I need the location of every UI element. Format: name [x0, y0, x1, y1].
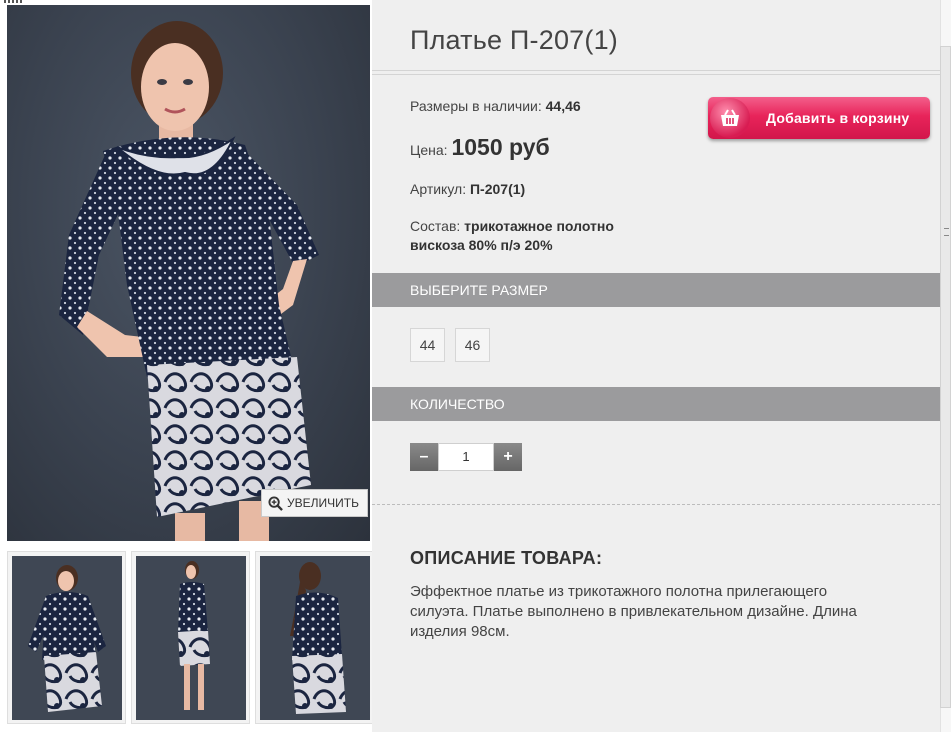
sizes-value: 44,46 [545, 98, 581, 114]
magnifier-plus-icon [268, 495, 283, 511]
divider [372, 74, 940, 75]
scrollbar-track[interactable] [940, 46, 951, 708]
add-to-cart-label: Добавить в корзину [766, 110, 910, 126]
thumbnail-image [136, 556, 246, 720]
quantity-input[interactable]: 1 [438, 443, 494, 471]
description-title: Описание товара: [410, 548, 603, 568]
sku: Артикул: П-207(1) [410, 181, 525, 197]
thumbnail-back[interactable] [255, 551, 374, 724]
quantity-decrease-button[interactable]: – [410, 443, 438, 471]
thumbnail-image [12, 556, 122, 720]
zoom-label: увеличить [287, 496, 359, 510]
price-value: 1050 руб [451, 134, 550, 160]
composition-line2: вискоза 80% п/э 20% [410, 237, 553, 253]
sku-value: П-207(1) [469, 181, 526, 197]
top-dots [4, 0, 22, 3]
main-product-photo[interactable]: увеличить [7, 5, 370, 541]
size-section-header: Выберите размер [372, 273, 940, 307]
sku-label: Артикул: [410, 181, 467, 197]
price-label: Цена: [410, 142, 448, 158]
composition: Состав: трикотажное полотно вискоза 80% … [410, 217, 614, 255]
price: Цена: 1050 руб [410, 134, 550, 161]
quantity-stepper: – 1 + [410, 443, 522, 471]
sizes-label: Размеры в наличии: [410, 98, 542, 114]
thumbnail-full-length[interactable] [131, 551, 250, 724]
description-text: Эффектное платье из трикотажного полотна… [410, 583, 857, 640]
product-title: Платье П-207(1) [410, 25, 618, 55]
scrollbar-grip[interactable] [944, 228, 949, 236]
size-option-44[interactable]: 44 [410, 328, 445, 362]
thumbnail-strip [7, 551, 374, 726]
size-option-46[interactable]: 46 [455, 328, 490, 362]
title-bar: Платье П-207(1) [372, 4, 940, 71]
quantity-increase-button[interactable]: + [494, 443, 522, 471]
dress-illustration [59, 21, 319, 541]
add-to-cart-button[interactable]: Добавить в корзину [708, 97, 930, 139]
thumbnail-front[interactable] [7, 551, 126, 724]
thumbnail-image [260, 556, 370, 720]
divider-dashed [372, 504, 940, 505]
composition-label: Состав: [410, 218, 461, 234]
zoom-button[interactable]: увеличить [261, 489, 368, 517]
sizes-available: Размеры в наличии: 44,46 [410, 98, 581, 114]
basket-icon [710, 98, 750, 138]
composition-line1: трикотажное полотно [464, 218, 614, 234]
size-section-title: Выберите размер [410, 282, 548, 298]
product-details-panel: Платье П-207(1) Размеры в наличии: 44,46… [372, 0, 940, 732]
quantity-section-title: Количество [410, 396, 505, 412]
quantity-section-header: Количество [372, 387, 940, 421]
